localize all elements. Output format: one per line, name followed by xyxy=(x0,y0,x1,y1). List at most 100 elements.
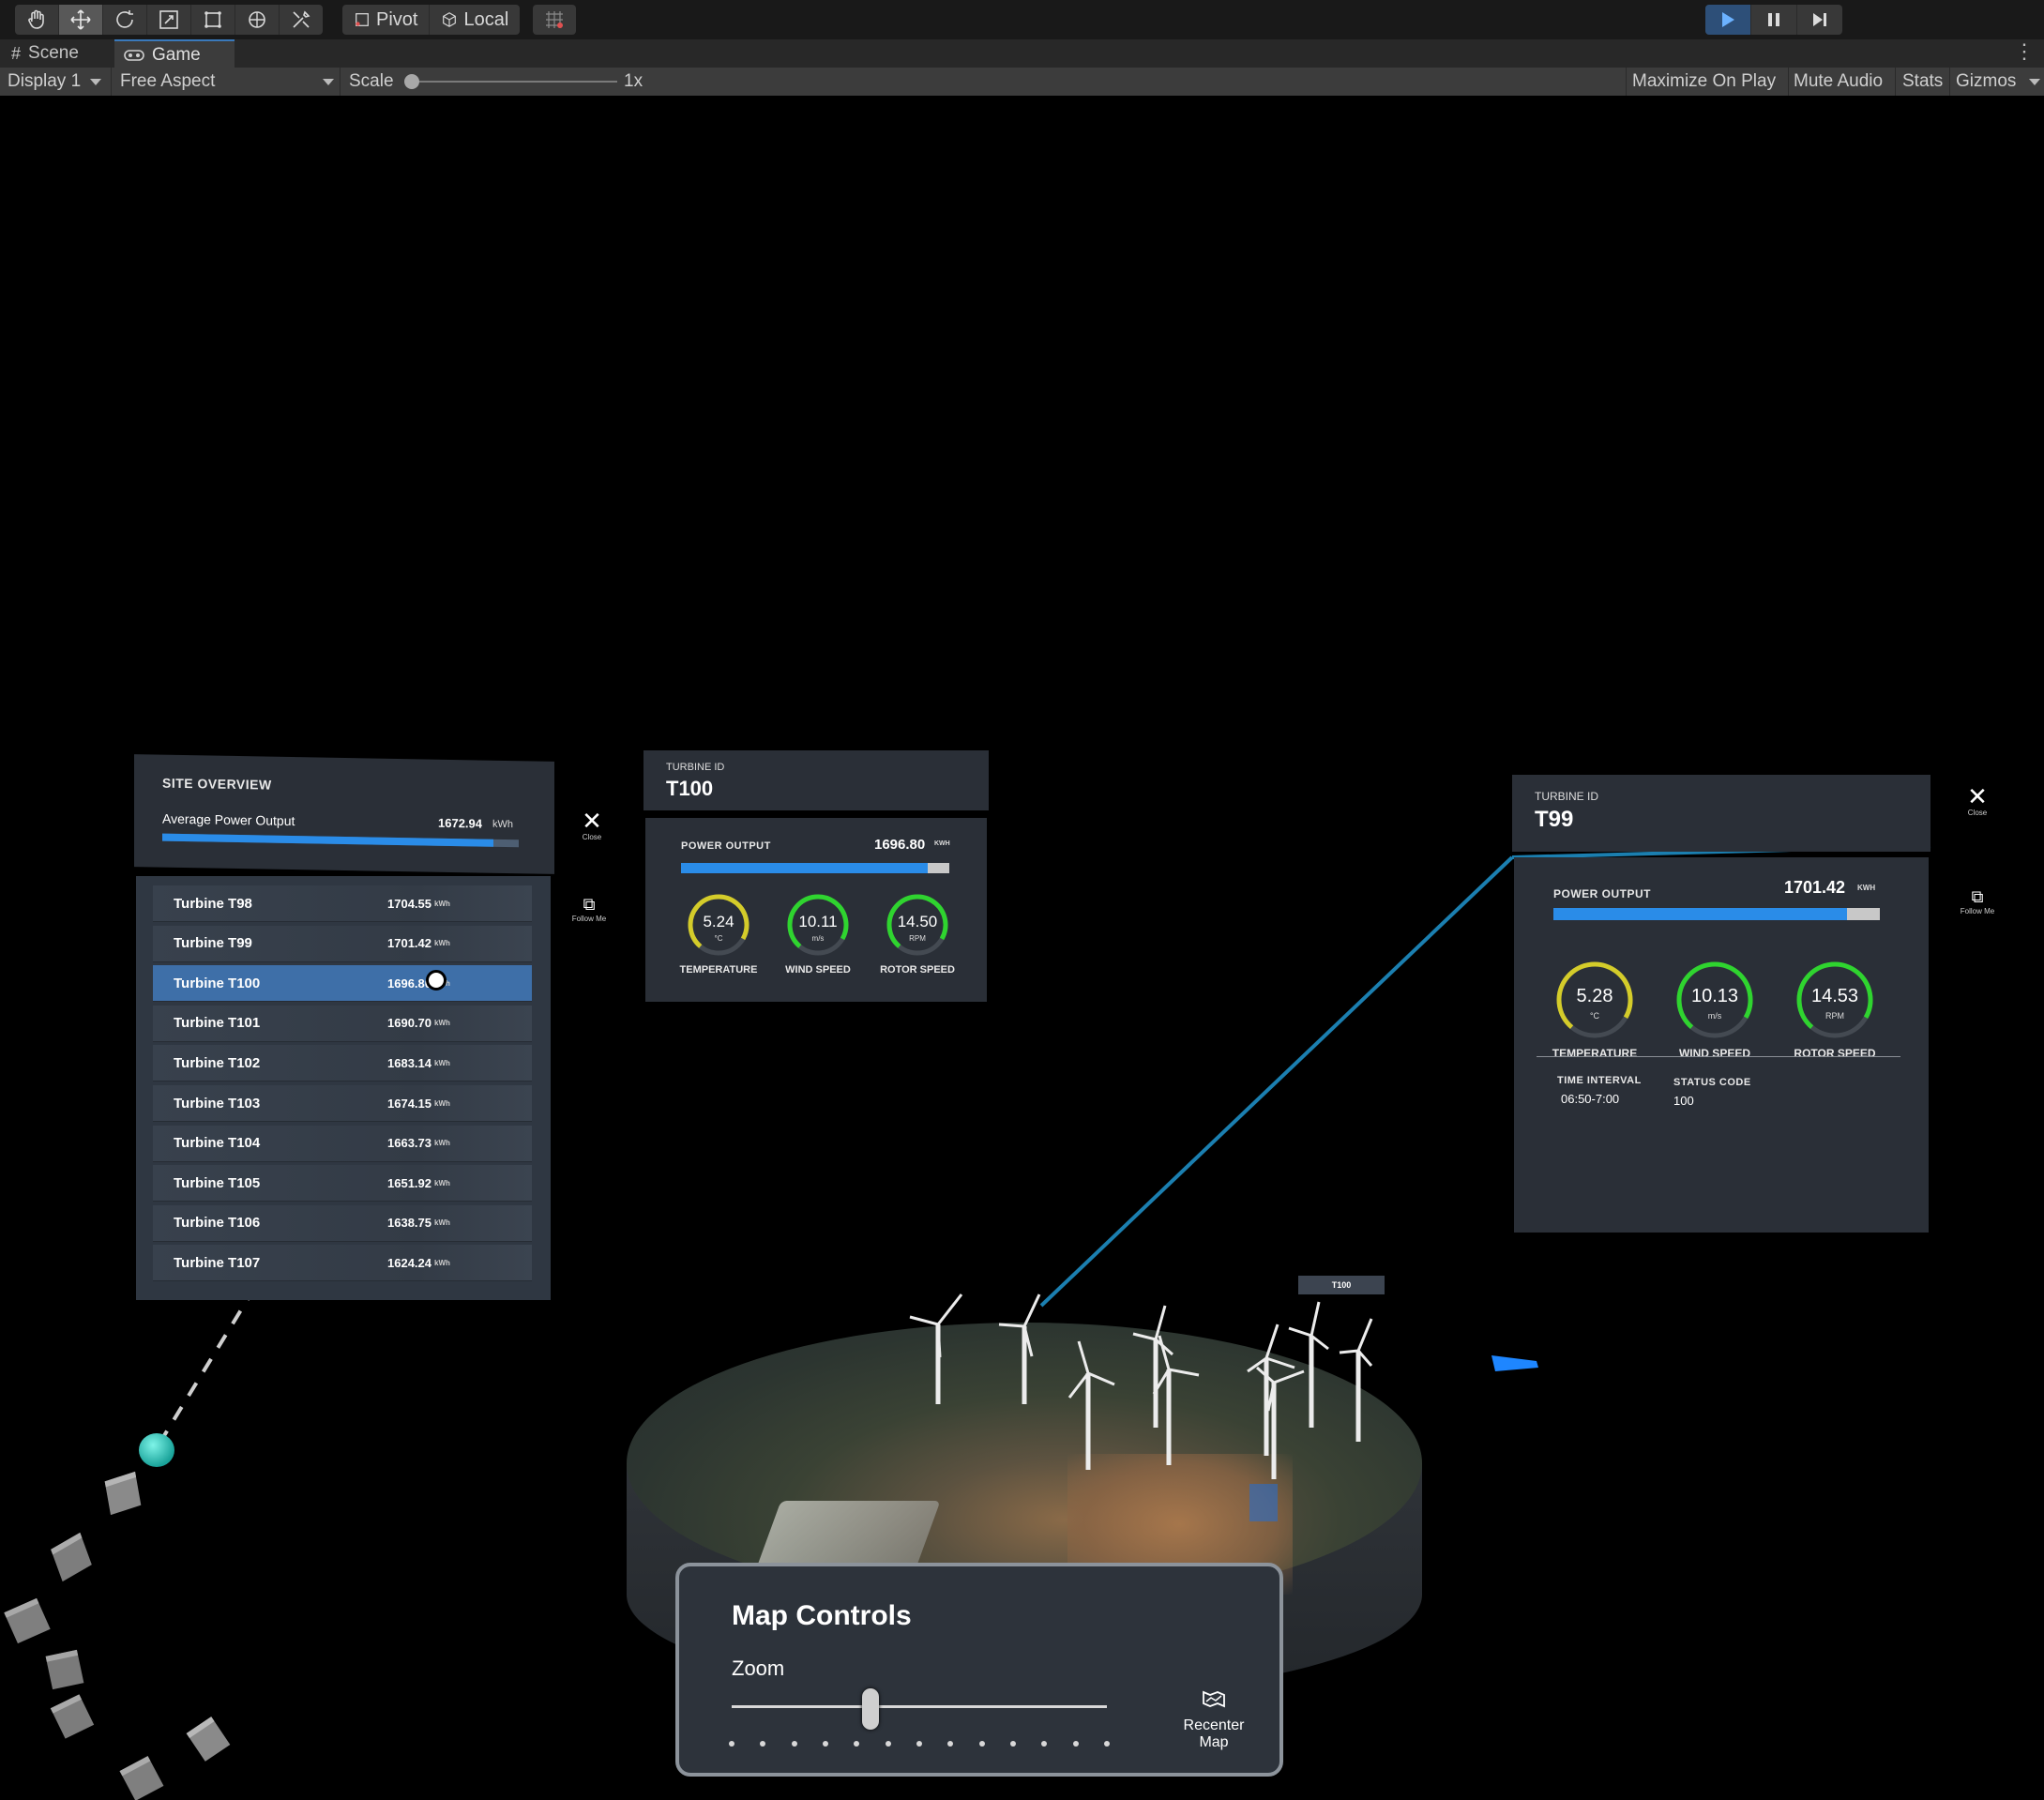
divider xyxy=(1788,68,1789,96)
grid-snap-button[interactable] xyxy=(533,5,576,35)
display-dropdown[interactable]: Display 1 xyxy=(8,68,102,96)
recenter-map-label: Recenter Map xyxy=(1183,1717,1245,1750)
turbine-list-item[interactable]: Turbine T103 1674.15 kWh xyxy=(153,1085,532,1122)
tab-scene[interactable]: # Scene xyxy=(2,39,88,68)
turbine-name: Turbine T106 xyxy=(174,1215,261,1232)
turbine-power-value: 1674.15 xyxy=(387,1096,432,1111)
scale-slider-handle[interactable] xyxy=(404,74,419,89)
t100-id-value: T100 xyxy=(666,777,714,800)
t99-id-value: T99 xyxy=(1535,807,1574,832)
map-icon xyxy=(1203,1690,1225,1708)
pivot-button[interactable]: Pivot xyxy=(342,5,431,35)
local-label: Local xyxy=(463,8,509,30)
gizmos-dropdown[interactable]: Gizmos xyxy=(1956,68,2041,96)
t99-metrics-panel: POWER OUTPUT 1701.42 KWH 5.28 °C TEMPERATU… xyxy=(1514,857,1929,1233)
turbine-power-unit: kWh xyxy=(434,1178,450,1187)
t99-power-value: 1701.42 xyxy=(1784,878,1846,897)
aspect-dropdown[interactable]: Free Aspect xyxy=(120,68,334,96)
zoom-slider-thumb[interactable] xyxy=(862,1688,879,1730)
divider xyxy=(1626,68,1627,96)
step-button[interactable] xyxy=(1797,5,1842,35)
turbine-list-item[interactable]: Turbine T1001696.80kWh xyxy=(153,965,532,1003)
gauge-unit: °C xyxy=(1589,1011,1600,1021)
turbine-power-unit: kWh xyxy=(434,1258,450,1267)
turbine-model xyxy=(1152,1335,1200,1465)
turbine-power-value: 1638.75 xyxy=(387,1216,432,1231)
t99-interval-label: TIME INTERVAL xyxy=(1557,1075,1642,1086)
scale-slider-track[interactable] xyxy=(413,81,617,83)
t99-follow-me-button[interactable]: ⧉ Follow Me xyxy=(1949,887,2006,915)
turbine-power-value: 1696.80 xyxy=(387,976,432,991)
recenter-map-button[interactable]: Recenter Map xyxy=(1167,1688,1261,1751)
t99-close-button[interactable]: ✕ Close xyxy=(1961,784,1994,817)
chevron-down-icon xyxy=(90,78,102,85)
gauge-unit: RPM xyxy=(909,934,926,944)
mute-audio-toggle[interactable]: Mute Audio xyxy=(1794,68,1883,96)
site-close-label: Close xyxy=(582,833,602,841)
map-controls-title: Map Controls xyxy=(732,1600,912,1631)
t100-power-label: POWER OUTPUT xyxy=(681,840,771,852)
tab-game[interactable]: Game xyxy=(114,39,235,69)
tab-scene-label: Scene xyxy=(28,43,79,63)
local-button[interactable]: Local xyxy=(430,5,520,35)
t99-power-bar xyxy=(1553,908,1880,920)
pivot-icon xyxy=(356,13,369,26)
turbine-list-item[interactable]: Turbine T101 1690.70 kWh xyxy=(153,1005,532,1042)
t99-divider xyxy=(1537,1056,1900,1057)
turbine-list-item[interactable]: Turbine T99 1701.42 kWh xyxy=(153,925,532,962)
turbine-list-item[interactable]: Turbine T104 1663.73 kWh xyxy=(153,1125,532,1162)
stats-toggle[interactable]: Stats xyxy=(1902,68,1943,96)
custom-tool-icon[interactable] xyxy=(280,5,323,35)
gauge: 10.13 m/s xyxy=(1673,959,1756,1041)
site-overview-title: SITE OVERVIEW xyxy=(162,775,272,793)
transform-tool-icon[interactable] xyxy=(235,5,280,35)
turbine-list-item[interactable]: Turbine T98 1704.55 kWh xyxy=(153,885,532,922)
divider xyxy=(111,68,112,96)
turbine-name: Turbine T102 xyxy=(174,1054,261,1071)
gauge-unit: m/s xyxy=(1707,1011,1722,1021)
turbine-name: Turbine T98 xyxy=(174,895,252,912)
zoom-slider-track[interactable] xyxy=(732,1705,1107,1708)
turbine-name: Turbine T107 xyxy=(174,1254,261,1271)
maximize-on-play-toggle[interactable]: Maximize On Play xyxy=(1632,68,1776,96)
pivot-label: Pivot xyxy=(376,8,418,30)
turbine-model xyxy=(909,1293,963,1404)
play-icon xyxy=(1722,12,1734,27)
game-viewport[interactable]: SITE OVERVIEW Average Power Output 1672.… xyxy=(0,96,2044,1800)
gauge-unit: m/s xyxy=(811,934,825,944)
t99-connector-line xyxy=(1039,855,1514,1308)
turbine-list-item[interactable]: Turbine T106 1638.75 kWh xyxy=(153,1204,532,1242)
site-close-button[interactable]: ✕ Close xyxy=(575,809,609,841)
gauge-value: 5.24 xyxy=(703,913,734,931)
more-options-icon[interactable]: ⋮ xyxy=(2014,39,2035,64)
t99-power-label: POWER OUTPUT xyxy=(1553,887,1651,900)
pause-button[interactable] xyxy=(1751,5,1797,35)
display-label: Display 1 xyxy=(8,71,82,91)
turbine-power-unit: kWh xyxy=(434,899,450,908)
turbine-list-item[interactable]: Turbine T102 1683.14 kWh xyxy=(153,1045,532,1082)
site-overview-header: SITE OVERVIEW Average Power Output 1672.… xyxy=(134,754,554,874)
site-follow-me-button[interactable]: ⧉ Follow Me xyxy=(563,895,615,923)
turbine-list-item[interactable]: Turbine T107 1624.24 kWh xyxy=(153,1245,532,1282)
play-button[interactable] xyxy=(1705,5,1751,35)
rect-tool-icon[interactable] xyxy=(191,5,235,35)
turbine-name: Turbine T105 xyxy=(174,1174,261,1191)
turbine-model xyxy=(1067,1340,1115,1470)
hand-ray-dashed-line xyxy=(156,1285,257,1448)
t100-metrics-panel: POWER OUTPUT 1696.80 KWH 5.24 °C TEMPERATU… xyxy=(645,818,987,1002)
zoom-tick xyxy=(885,1741,891,1747)
t99-id-label: TURBINE ID xyxy=(1535,790,1599,803)
scale-tool-icon[interactable] xyxy=(147,5,191,35)
hand-tool-icon[interactable] xyxy=(15,5,59,35)
gamepad-icon xyxy=(124,50,144,61)
zoom-tick xyxy=(1041,1741,1048,1747)
turbine-list-item[interactable]: Turbine T105 1651.92 kWh xyxy=(153,1165,532,1203)
zoom-tick xyxy=(791,1741,797,1747)
gauge-value: 14.50 xyxy=(897,913,938,931)
rotate-tool-icon[interactable] xyxy=(103,5,147,35)
zoom-label: Zoom xyxy=(732,1656,785,1680)
divider xyxy=(340,68,341,96)
t99-follow-me-label: Follow Me xyxy=(1960,907,1995,915)
zoom-tick xyxy=(1010,1741,1016,1747)
move-tool-icon[interactable] xyxy=(59,5,103,35)
